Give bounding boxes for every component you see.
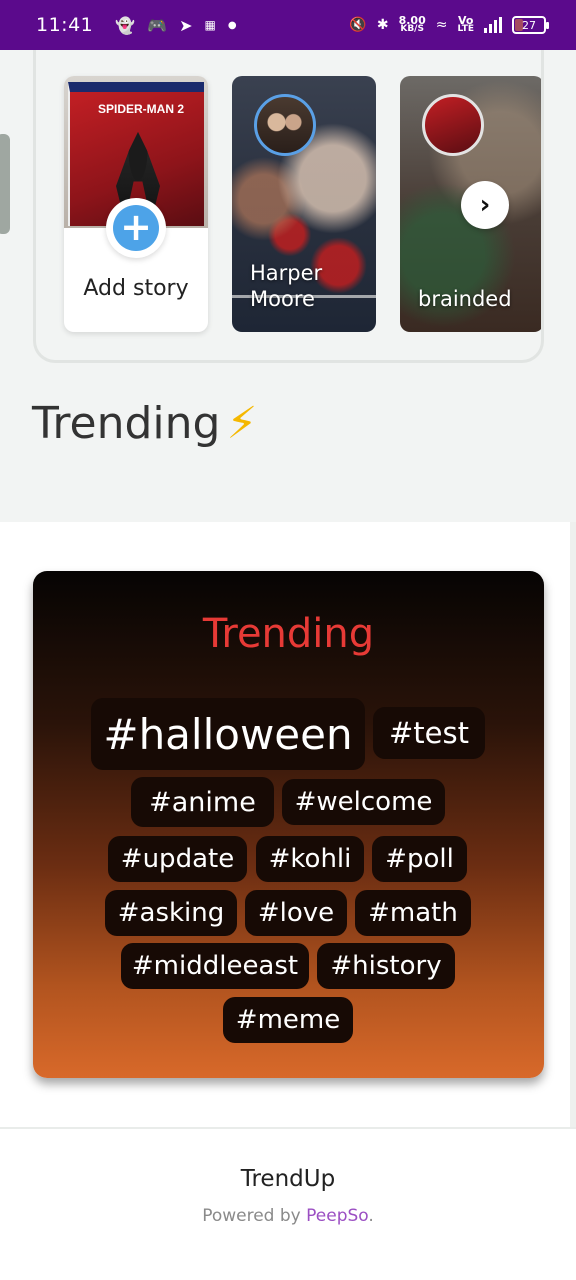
hashtag-link[interactable]: #math <box>355 890 471 936</box>
add-story-label: Add story <box>83 276 189 301</box>
footer-site-title[interactable]: TrendUp <box>0 1166 576 1192</box>
hashtag-link[interactable]: #anime <box>131 777 274 827</box>
add-story-button[interactable]: + <box>106 198 166 258</box>
wifi-icon: ≈ <box>435 17 448 33</box>
hashtag-link[interactable]: #welcome <box>282 779 445 825</box>
add-story-card[interactable]: SPIDER-MAN 2 + Add story <box>64 76 208 332</box>
bluetooth-icon: ✱ <box>376 17 389 33</box>
scrollbar[interactable] <box>570 522 576 1128</box>
discord-icon: 🎮 <box>147 15 168 35</box>
signal-icon <box>484 17 502 33</box>
notification-icons: 👻 🎮 ➤ ▦ ● <box>115 16 236 35</box>
hashtag-link[interactable]: #meme <box>223 997 353 1043</box>
game-cover-title: SPIDER-MAN 2 <box>98 102 185 116</box>
status-bar: 11:41 👻 🎮 ➤ ▦ ● 🔇 ✱ 8.00 KB/S ≈ Vo LTE 2… <box>0 0 576 50</box>
battery-icon: 27 <box>512 16 549 34</box>
avatar <box>422 94 484 156</box>
telegram-icon: ➤ <box>179 15 193 35</box>
avatar <box>254 94 316 156</box>
plus-icon: + <box>113 205 159 251</box>
volte-icon: Vo LTE <box>457 14 474 34</box>
hashtag-link[interactable]: #asking <box>105 890 237 936</box>
calendar-icon: ▦ <box>204 18 216 32</box>
status-time: 11:41 <box>36 14 94 36</box>
trending-widget: Trending #halloween #test #anime #welcom… <box>33 571 544 1078</box>
hashtag-link[interactable]: #halloween <box>91 698 365 770</box>
top-section: SPIDER-MAN 2 + Add story Harper Moore br… <box>0 50 576 522</box>
hashtag-link[interactable]: #kohli <box>256 836 364 882</box>
dot-icon: ● <box>227 19 237 31</box>
trending-heading: Trending ⚡ <box>32 398 257 449</box>
story-author-name: Harper Moore <box>250 261 323 311</box>
hashtag-link[interactable]: #love <box>245 890 347 936</box>
hashtag-link[interactable]: #test <box>373 707 485 759</box>
peepso-link[interactable]: PeepSo <box>306 1206 368 1226</box>
snapchat-icon: 👻 <box>115 15 136 35</box>
story-card[interactable]: Harper Moore <box>232 76 376 332</box>
trending-widget-title: Trending <box>202 611 375 657</box>
side-drawer-handle[interactable] <box>0 134 10 234</box>
system-icons: 🔇 ✱ 8.00 KB/S ≈ Vo LTE 27 <box>349 14 549 34</box>
chevron-right-icon[interactable]: › <box>461 181 509 229</box>
story-author-name: brainded <box>418 287 512 311</box>
mute-icon: 🔇 <box>349 17 367 33</box>
trending-heading-text: Trending <box>32 398 221 449</box>
hashtag-link[interactable]: #history <box>317 943 455 989</box>
hashtag-link[interactable]: #poll <box>372 836 467 882</box>
footer-divider <box>0 1127 576 1129</box>
net-speed: 8.00 KB/S <box>398 14 426 34</box>
powered-by-text: Powered by PeepSo. <box>202 1206 374 1226</box>
hashtag-link[interactable]: #middleeast <box>121 943 309 989</box>
lightning-icon: ⚡ <box>226 398 258 449</box>
hashtag-link[interactable]: #update <box>108 836 247 882</box>
